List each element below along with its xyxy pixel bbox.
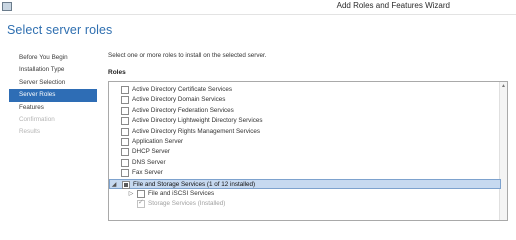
role-checkbox [137,198,145,209]
role-row[interactable]: Active Directory Federation Services [109,106,507,116]
nav-item-before-you-begin[interactable]: Before You Begin [9,52,97,64]
instruction-text: Select one or more roles to install on t… [108,52,267,59]
role-checkbox[interactable] [121,138,129,146]
roles-heading: Roles [108,69,126,76]
nav-item-server-selection[interactable]: Server Selection [9,77,97,89]
expanded-arrow-icon[interactable]: ◢ [110,181,118,189]
role-label: Active Directory Rights Management Servi… [132,127,261,135]
role-row[interactable]: Active Directory Lightweight Directory S… [109,116,507,126]
role-checkbox[interactable] [121,96,129,105]
wizard-nav: Before You Begin Installation Type Server … [9,52,97,139]
window-title: Add Roles and Features Wizard [336,1,450,10]
role-label: DHCP Server [132,148,171,156]
role-label: File and Storage Services (1 of 12 insta… [133,180,256,188]
role-label: Active Directory Domain Services [132,96,226,104]
nav-item-server-roles[interactable]: Server Roles [9,89,97,102]
role-label: File and iSCSI Services [148,190,215,197]
role-label: DNS Server [132,158,166,166]
role-checkbox[interactable] [122,180,130,189]
nav-item-installation-type[interactable]: Installation Type [9,64,97,76]
role-row[interactable]: Active Directory Domain Services [109,95,507,105]
nav-item-features[interactable]: Features [9,102,97,114]
role-label: Storage Services (Installed) [148,200,226,208]
role-row[interactable]: DNS Server [109,158,507,168]
role-label: Active Directory Federation Services [132,106,234,114]
nav-item-confirmation: Confirmation [19,115,55,123]
role-checkbox[interactable] [121,158,129,167]
role-row[interactable]: ▷ File and iSCSI Services [109,189,507,199]
role-checkbox[interactable] [121,86,129,94]
role-checkbox[interactable] [121,117,129,126]
role-row[interactable]: DHCP Server [109,147,507,157]
role-row[interactable]: Fax Server [109,168,507,178]
page-title: Select server roles [7,23,113,37]
role-checkbox[interactable] [121,106,129,115]
collapsed-arrow-icon[interactable]: ▷ [127,190,135,198]
nav-item-results: Results [19,128,40,136]
role-label: Active Directory Certificate Services [132,86,233,93]
role-row[interactable]: ◢ File and Storage Services (1 of 12 inst… [109,178,501,189]
role-row[interactable]: Storage Services (Installed) [109,198,507,209]
role-checkbox[interactable] [121,148,129,157]
role-checkbox[interactable] [121,169,129,178]
role-label: Application Server [132,138,184,145]
server-manager-icon [2,2,12,11]
role-label: Active Directory Lightweight Directory S… [132,117,263,125]
title-bar: Add Roles and Features Wizard [0,0,516,15]
role-row[interactable]: Active Directory Certificate Services [109,85,507,95]
roles-tree[interactable]: ▲ Active Directory Certificate Services A… [108,81,508,221]
role-checkbox[interactable] [137,190,145,198]
role-row[interactable]: Application Server [109,137,507,147]
role-label: Fax Server [132,169,163,177]
role-row[interactable]: Active Directory Rights Management Servi… [109,127,507,137]
role-checkbox[interactable] [121,127,129,136]
